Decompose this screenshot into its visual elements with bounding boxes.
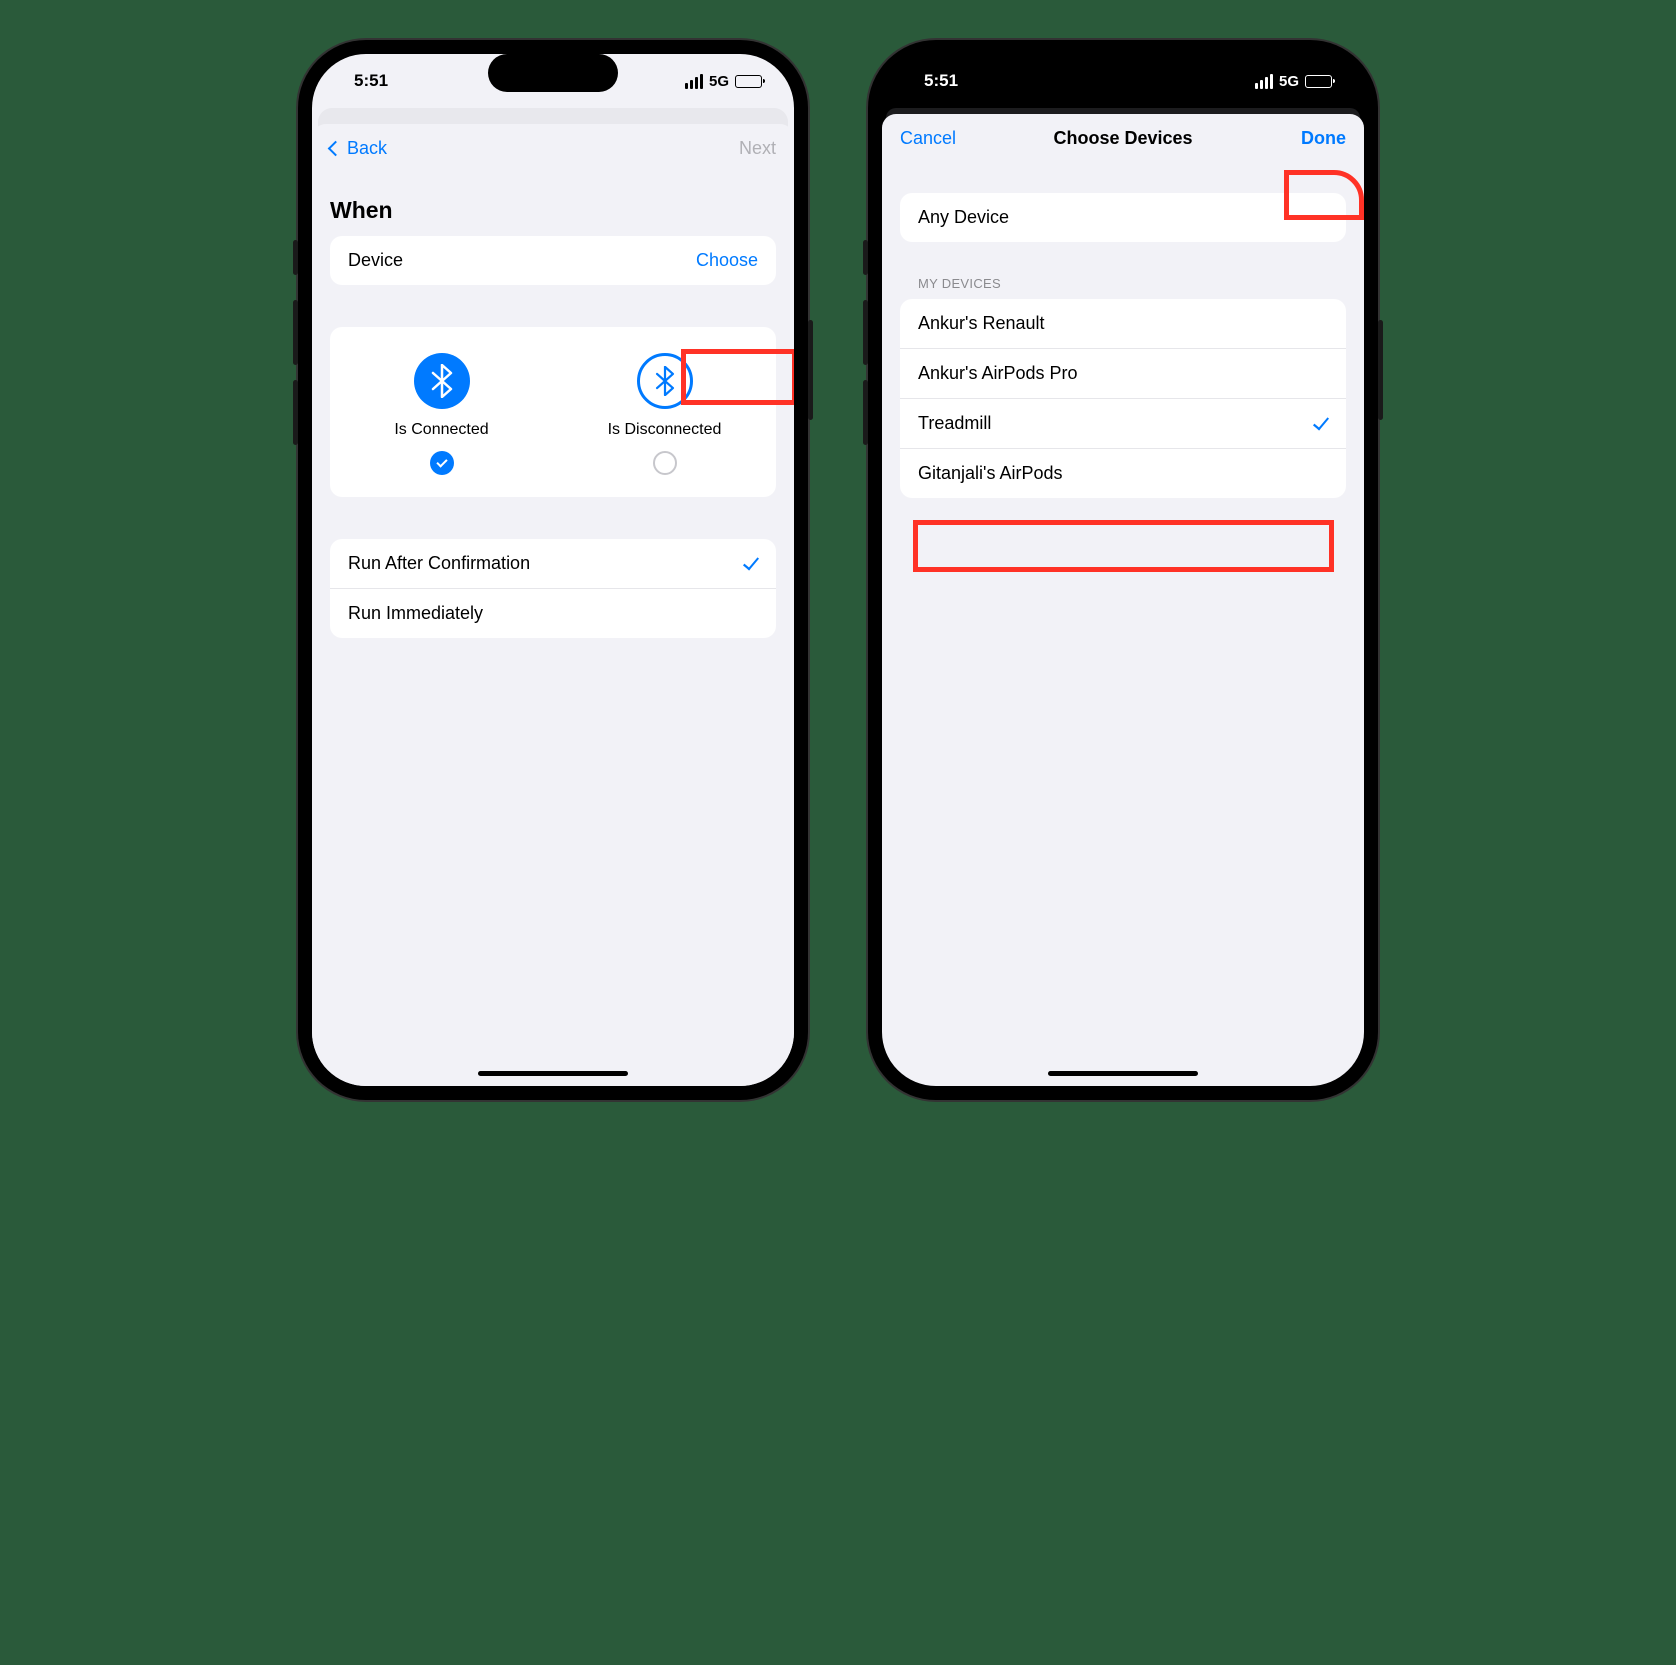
option-label: Is Disconnected <box>608 421 722 439</box>
row-label: Run After Confirmation <box>348 553 530 574</box>
list-header-my-devices: MY DEVICES <box>900 276 1346 299</box>
dynamic-island <box>488 54 618 92</box>
row-label: Any Device <box>918 207 1009 228</box>
checkmark-icon <box>1313 413 1329 430</box>
row-label: Run Immediately <box>348 603 483 624</box>
device-name: Treadmill <box>918 413 991 434</box>
signal-icon <box>1255 74 1273 89</box>
device-name: Ankur's Renault <box>918 313 1045 334</box>
choose-button[interactable]: Choose <box>696 250 758 271</box>
back-label: Back <box>347 138 387 159</box>
status-time: 5:51 <box>924 71 958 91</box>
network-label: 5G <box>709 73 729 90</box>
section-header-when: When <box>330 179 776 236</box>
option-label: Is Connected <box>394 421 488 439</box>
device-row-renault[interactable]: Ankur's Renault <box>900 299 1346 348</box>
cancel-button[interactable]: Cancel <box>900 128 956 149</box>
next-button[interactable]: Next <box>739 138 776 159</box>
run-immediately-row[interactable]: Run Immediately <box>330 588 776 638</box>
device-name: Ankur's AirPods Pro <box>918 363 1078 384</box>
device-row-airpods-pro[interactable]: Ankur's AirPods Pro <box>900 348 1346 398</box>
device-row[interactable]: Device Choose <box>330 236 776 285</box>
run-after-confirmation-row[interactable]: Run After Confirmation <box>330 539 776 588</box>
device-name: Gitanjali's AirPods <box>918 463 1063 484</box>
dynamic-island <box>1058 54 1188 92</box>
option-is-disconnected[interactable]: Is Disconnected <box>553 353 776 475</box>
network-label: 5G <box>1279 73 1299 90</box>
home-indicator[interactable] <box>478 1071 628 1076</box>
battery-icon <box>735 75 762 88</box>
nav-bar: Back Next <box>312 124 794 169</box>
signal-icon <box>685 74 703 89</box>
highlight-box <box>913 520 1334 572</box>
home-indicator[interactable] <box>1048 1071 1198 1076</box>
nav-title: Choose Devices <box>1053 128 1192 149</box>
any-device-row[interactable]: Any Device <box>900 193 1346 242</box>
checkmark-icon <box>743 553 759 570</box>
status-time: 5:51 <box>354 71 388 91</box>
done-button[interactable]: Done <box>1301 128 1346 149</box>
chevron-left-icon <box>328 141 344 157</box>
radio-unchecked <box>653 451 677 475</box>
bluetooth-icon <box>414 353 470 409</box>
back-button[interactable]: Back <box>330 138 387 159</box>
device-row-gitanjali-airpods[interactable]: Gitanjali's AirPods <box>900 448 1346 498</box>
radio-checked <box>430 451 454 475</box>
bluetooth-icon <box>637 353 693 409</box>
battery-icon <box>1305 75 1332 88</box>
nav-bar: Cancel Choose Devices Done <box>882 114 1364 159</box>
device-row-treadmill[interactable]: Treadmill <box>900 398 1346 448</box>
device-label: Device <box>348 250 403 271</box>
option-is-connected[interactable]: Is Connected <box>330 353 553 475</box>
